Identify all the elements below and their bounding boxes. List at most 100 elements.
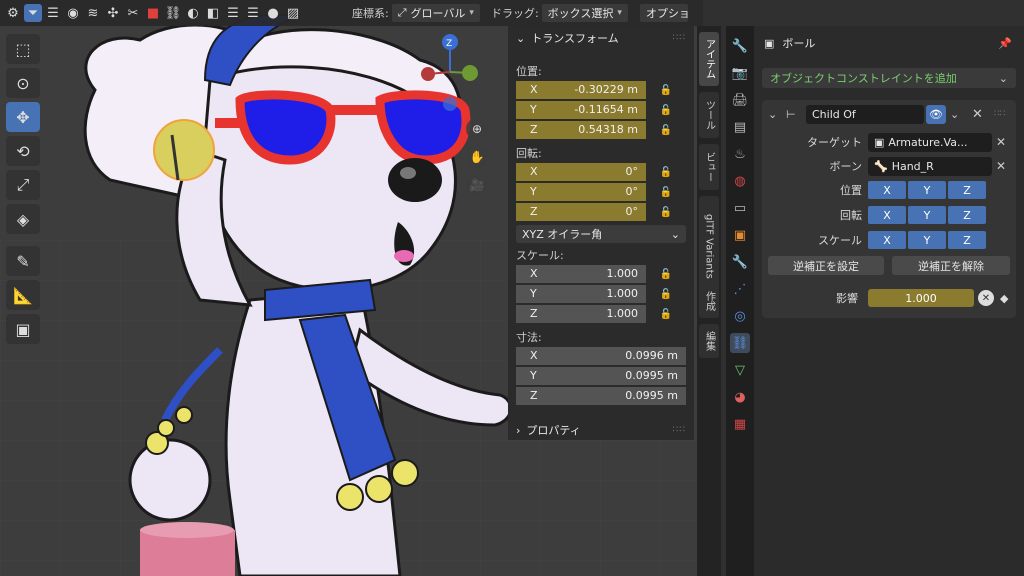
scene-icon[interactable]: ♨	[730, 144, 750, 164]
data-icon[interactable]: ▽	[730, 360, 750, 380]
tab-item[interactable]: アイテム	[699, 32, 719, 86]
tab-tool[interactable]: ツール	[699, 92, 719, 138]
rotation-y-toggle[interactable]: Y	[908, 206, 946, 224]
coord-dropdown[interactable]: ⤢ グローバル ▾	[390, 3, 481, 23]
scale-y-toggle[interactable]: Y	[908, 231, 946, 249]
physics-icon[interactable]: ◎	[730, 306, 750, 326]
list-icon[interactable]: ☰	[44, 4, 62, 22]
camera-icon[interactable]: 🎥	[466, 174, 488, 196]
sphere-icon[interactable]: ●	[264, 4, 282, 22]
lock-icon[interactable]: 🔓	[656, 269, 676, 280]
scale-icon[interactable]: ⤢	[6, 170, 40, 200]
location-z-field[interactable]: Z 0.54318 m	[516, 120, 646, 140]
tab-view[interactable]: ビュー	[699, 144, 719, 190]
constraint-name-field[interactable]: Child Of	[806, 104, 924, 124]
clear-icon[interactable]: ✕	[996, 135, 1006, 149]
lock-icon[interactable]: 🔓	[656, 309, 676, 320]
menu2-icon[interactable]: ☰	[244, 4, 262, 22]
material-icon[interactable]: ◕	[730, 387, 750, 407]
snap-icon[interactable]: ✣	[104, 4, 122, 22]
clear-icon[interactable]: ✕	[996, 159, 1006, 173]
rotation-x-field[interactable]: X 0°	[516, 162, 646, 182]
influence-slider[interactable]: 1.000	[868, 289, 974, 307]
lock-icon[interactable]: 🔓	[656, 125, 676, 136]
particles-icon[interactable]: ⋰	[730, 279, 750, 299]
dimensions-x-field[interactable]: X 0.0996 m	[516, 346, 686, 366]
grip-icon[interactable]: ∷∷	[673, 425, 686, 435]
add-constraint-dropdown[interactable]: オブジェクトコンストレイントを追加 ⌄	[762, 68, 1016, 88]
lock-icon[interactable]: 🔓	[656, 85, 676, 96]
close-icon[interactable]: ✕	[972, 107, 983, 122]
location-y-field[interactable]: Y -0.11654 m	[516, 100, 646, 120]
zoom-icon[interactable]: ⊕	[466, 118, 488, 140]
menu-icon[interactable]: ☰	[224, 4, 242, 22]
select-box-icon[interactable]: ⬚	[6, 34, 40, 64]
view-layer-icon[interactable]: ▤	[730, 117, 750, 137]
render-icon[interactable]: 📷	[730, 63, 750, 83]
tab-create[interactable]: 作成	[699, 284, 719, 318]
lock-icon[interactable]: 🔓	[656, 167, 676, 178]
output-icon[interactable]: 🖨	[730, 90, 750, 110]
chevron-down-icon[interactable]: ⌄	[768, 108, 777, 121]
clear-inverse-button[interactable]: 逆補正を解除	[892, 256, 1010, 275]
grip-icon[interactable]: ∷∷	[994, 109, 1005, 119]
tools-icon[interactable]: ✂	[124, 4, 142, 22]
image-icon[interactable]: ▨	[284, 4, 302, 22]
location-y-toggle[interactable]: Y	[908, 181, 946, 199]
scale-z-toggle[interactable]: Z	[948, 231, 986, 249]
disable-keep-transform-icon[interactable]: ✕	[978, 290, 994, 306]
scale-x-field[interactable]: X 1.000	[516, 264, 646, 284]
annotate-icon[interactable]: ✎	[6, 246, 40, 276]
measure-icon[interactable]: 📐	[6, 280, 40, 310]
rotation-z-toggle[interactable]: Z	[948, 206, 986, 224]
scale-z-field[interactable]: Z 1.000	[516, 304, 646, 324]
location-z-toggle[interactable]: Z	[948, 181, 986, 199]
rotation-y-field[interactable]: Y 0°	[516, 182, 646, 202]
object-icon[interactable]: ▣	[730, 225, 750, 245]
add-cube-icon[interactable]: ▣	[6, 314, 40, 344]
transform-icon[interactable]: ◈	[6, 204, 40, 234]
target-field[interactable]: ▣ Armature.Va...	[868, 132, 992, 152]
set-inverse-button[interactable]: 逆補正を設定	[768, 256, 884, 275]
overlay-icon[interactable]: ◧	[204, 4, 222, 22]
lock-icon[interactable]: 🔓	[656, 187, 676, 198]
move-icon[interactable]: ✥	[6, 102, 40, 132]
scale-y-field[interactable]: Y 1.000	[516, 284, 646, 304]
rotate-icon[interactable]: ⟲	[6, 136, 40, 166]
lock-icon[interactable]: 🔓	[656, 289, 676, 300]
properties-panel-header[interactable]: › プロパティ ∷∷	[508, 418, 694, 442]
rotation-x-toggle[interactable]: X	[868, 206, 906, 224]
texture-icon[interactable]: ▦	[730, 414, 750, 434]
drag-dropdown[interactable]: ボックス選択 ▾	[540, 3, 629, 23]
pan-hand-icon[interactable]: ✋	[466, 146, 488, 168]
tab-edit[interactable]: 編集	[699, 324, 719, 358]
tool-settings-icon[interactable]: 🔧	[730, 36, 750, 56]
dimensions-y-field[interactable]: Y 0.0995 m	[516, 366, 686, 386]
chevron-down-icon[interactable]: ⌄	[950, 108, 959, 121]
bone-field[interactable]: 🦴 Hand_R	[868, 156, 992, 176]
lock-icon[interactable]: 🔓	[656, 105, 676, 116]
location-x-toggle[interactable]: X	[868, 181, 906, 199]
cursor-icon[interactable]: ⊙	[6, 68, 40, 98]
keyframe-diamond-icon[interactable]: ◆	[1000, 292, 1008, 305]
collection-icon[interactable]: ▭	[730, 198, 750, 218]
location-x-field[interactable]: X -0.30229 m	[516, 80, 646, 100]
options-dropdown[interactable]: オプション	[638, 3, 689, 23]
record-square-icon[interactable]: ■	[144, 4, 162, 22]
constraint-icon[interactable]: ⛓	[730, 333, 750, 353]
chain-icon[interactable]: ⛓	[164, 4, 182, 22]
filter-icon[interactable]: ⏷	[24, 4, 42, 22]
gear-icon[interactable]: ⚙	[4, 4, 22, 22]
scale-x-toggle[interactable]: X	[868, 231, 906, 249]
modifier-icon[interactable]: 🔧	[730, 252, 750, 272]
dimensions-z-field[interactable]: Z 0.0995 m	[516, 386, 686, 406]
transform-panel-header[interactable]: ⌄ トランスフォーム ∷∷	[508, 26, 694, 50]
shader-icon[interactable]: ◐	[184, 4, 202, 22]
curve-icon[interactable]: ≋	[84, 4, 102, 22]
lock-icon[interactable]: 🔓	[656, 207, 676, 218]
rotation-mode-dropdown[interactable]: XYZ オイラー角 ⌄	[516, 225, 686, 243]
world-icon[interactable]: ◍	[730, 171, 750, 191]
tab-gltf-variants[interactable]: glTF Variants	[699, 196, 719, 296]
rotation-z-field[interactable]: Z 0°	[516, 202, 646, 222]
eye-icon[interactable]: 👁	[926, 104, 946, 124]
